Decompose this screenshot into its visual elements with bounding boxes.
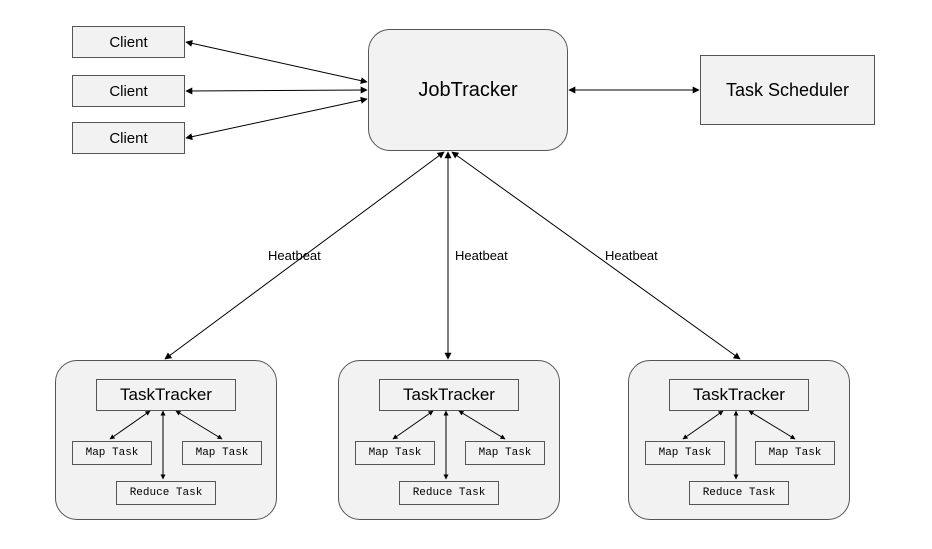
reduce-task-label-1: Reduce Task — [130, 487, 203, 499]
map-task-3a: Map Task — [645, 441, 725, 465]
reduce-task-3: Reduce Task — [689, 481, 789, 505]
tasktracker-panel-1: TaskTracker Map Task Map Task Reduce Tas… — [55, 360, 277, 520]
map-task-1a: Map Task — [72, 441, 152, 465]
tasktracker-title-3: TaskTracker — [669, 379, 809, 411]
map-task-label-2b: Map Task — [479, 447, 532, 459]
map-task-label-1b: Map Task — [196, 447, 249, 459]
reduce-task-label-2: Reduce Task — [413, 487, 486, 499]
tasktracker-title-label-1: TaskTracker — [120, 385, 212, 405]
map-task-2a: Map Task — [355, 441, 435, 465]
jobtracker-box: JobTracker — [368, 29, 568, 151]
edge-client2-jobtracker — [186, 90, 367, 91]
heartbeat-label-3: Heatbeat — [605, 248, 658, 263]
client-box-2: Client — [72, 75, 185, 107]
tasktracker-panel-2: TaskTracker Map Task Map Task Reduce Tas… — [338, 360, 560, 520]
tasktracker-title-label-3: TaskTracker — [693, 385, 785, 405]
map-task-3b: Map Task — [755, 441, 835, 465]
client-box-1: Client — [72, 26, 185, 58]
reduce-task-1: Reduce Task — [116, 481, 216, 505]
tasktracker-title-label-2: TaskTracker — [403, 385, 495, 405]
heartbeat-label-2: Heatbeat — [455, 248, 508, 263]
reduce-task-label-3: Reduce Task — [703, 487, 776, 499]
map-task-label-3a: Map Task — [659, 447, 712, 459]
map-task-label-1a: Map Task — [86, 447, 139, 459]
tasktracker-title-1: TaskTracker — [96, 379, 236, 411]
scheduler-box: Task Scheduler — [700, 55, 875, 125]
tasktracker-panel-3: TaskTracker Map Task Map Task Reduce Tas… — [628, 360, 850, 520]
client-box-3: Client — [72, 122, 185, 154]
client-label-1: Client — [109, 34, 147, 51]
map-task-label-2a: Map Task — [369, 447, 422, 459]
jobtracker-label: JobTracker — [418, 79, 517, 102]
scheduler-label: Task Scheduler — [726, 80, 849, 101]
edge-client3-jobtracker — [186, 99, 367, 138]
tasktracker-title-2: TaskTracker — [379, 379, 519, 411]
map-task-2b: Map Task — [465, 441, 545, 465]
client-label-3: Client — [109, 130, 147, 147]
heartbeat-label-1: Heatbeat — [268, 248, 321, 263]
edge-client1-jobtracker — [186, 42, 367, 82]
map-task-label-3b: Map Task — [769, 447, 822, 459]
client-label-2: Client — [109, 83, 147, 100]
map-task-1b: Map Task — [182, 441, 262, 465]
reduce-task-2: Reduce Task — [399, 481, 499, 505]
